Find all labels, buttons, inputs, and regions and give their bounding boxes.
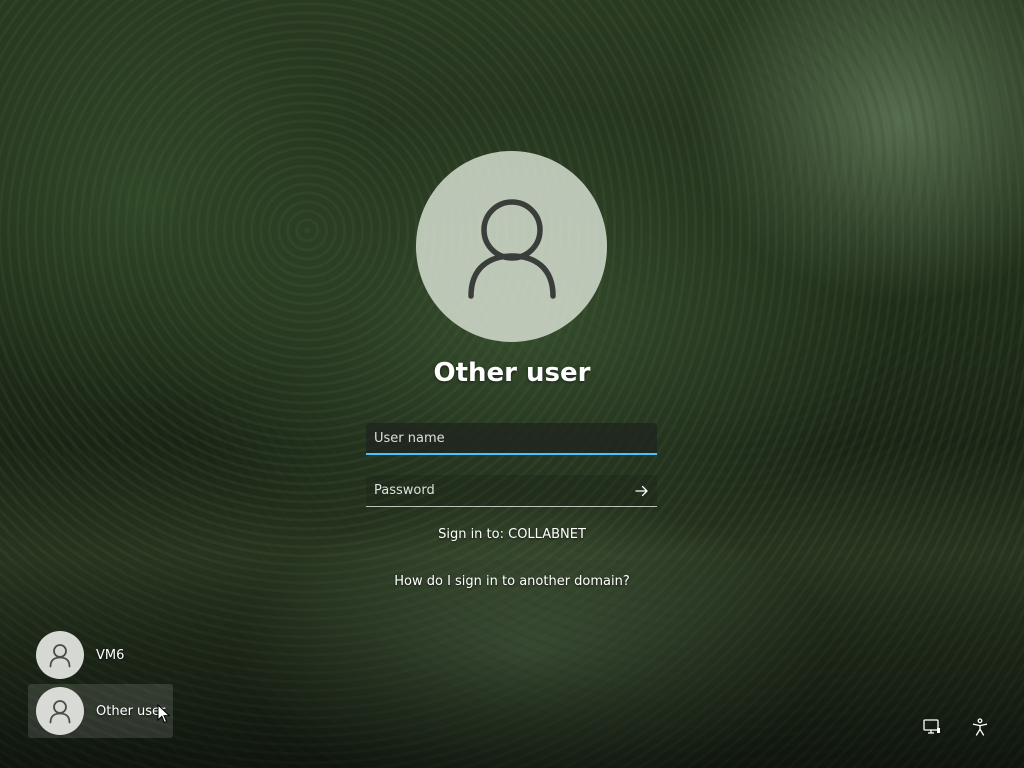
- accessibility-icon: [972, 718, 988, 736]
- user-switcher-list: VM6 Other user: [28, 628, 173, 740]
- user-avatar-small: [36, 631, 84, 679]
- password-field-container: [366, 475, 657, 507]
- signin-domain-text: Sign in to: COLLABNET: [438, 527, 586, 542]
- person-icon: [467, 198, 556, 299]
- person-icon: [49, 700, 71, 724]
- user-list-item-other-user[interactable]: Other user: [28, 684, 173, 738]
- lock-screen: Other user Sign in to: COLLABNET How do …: [0, 0, 1024, 768]
- submit-arrow-icon[interactable]: [633, 482, 651, 500]
- username-input[interactable]: [366, 430, 657, 446]
- user-avatar-large: [416, 151, 607, 342]
- person-icon: [49, 644, 71, 668]
- user-title: Other user: [433, 358, 591, 388]
- accessibility-button[interactable]: [968, 715, 992, 739]
- domain-help-link[interactable]: How do I sign in to another domain?: [312, 574, 712, 589]
- user-list-item-label: Other user: [96, 703, 166, 719]
- user-list-item-label: VM6: [96, 647, 125, 663]
- username-field-container: [366, 423, 657, 455]
- password-input[interactable]: [366, 483, 657, 498]
- user-list-item-vm6[interactable]: VM6: [28, 628, 173, 682]
- network-icon: [923, 719, 940, 734]
- user-avatar-small: [36, 687, 84, 735]
- network-button[interactable]: [920, 715, 944, 739]
